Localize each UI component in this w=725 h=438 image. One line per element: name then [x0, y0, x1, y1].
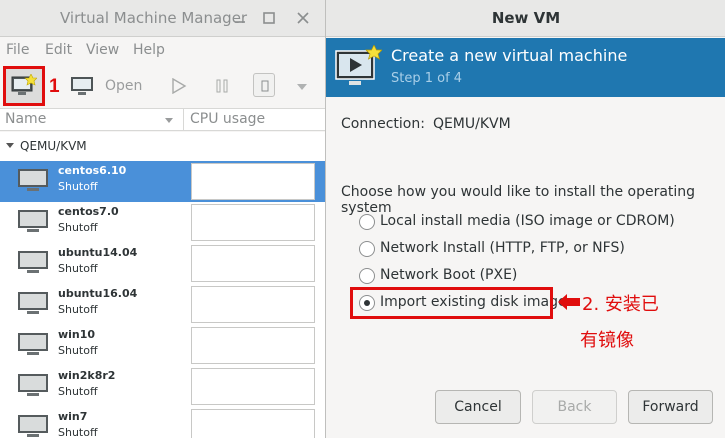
vm-monitor-icon: [18, 210, 48, 232]
cpu-usage-graph: [191, 245, 315, 282]
new-vm-icon: [11, 74, 37, 95]
vm-row-win7[interactable]: win7 Shutoff: [0, 407, 326, 438]
close-icon[interactable]: [296, 11, 310, 25]
menu-help[interactable]: Help: [133, 42, 165, 58]
cpu-usage-graph: [191, 368, 315, 405]
maximize-icon[interactable]: [262, 11, 276, 25]
vm-state: Shutoff: [58, 221, 98, 234]
vm-name: centos7.0: [58, 205, 119, 218]
menu-file[interactable]: File: [6, 42, 29, 58]
connection-group[interactable]: QEMU/KVM: [0, 132, 326, 160]
pause-icon[interactable]: [214, 78, 230, 94]
option-label[interactable]: Network Boot (PXE): [380, 267, 517, 283]
wizard-banner: Create a new virtual machine Step 1 of 4: [326, 38, 725, 97]
vm-name: win10: [58, 328, 96, 341]
vm-monitor-icon: [18, 251, 48, 273]
cpu-usage-graph: [191, 204, 315, 241]
column-cpu-usage[interactable]: CPU usage: [190, 111, 265, 127]
vm-monitor-icon: [18, 292, 48, 314]
vm-row-ubuntu14.04[interactable]: ubuntu14.04 Shutoff: [0, 243, 326, 284]
vm-state: Shutoff: [58, 385, 98, 398]
column-separator: [183, 109, 184, 131]
menu-edit[interactable]: Edit: [45, 42, 72, 58]
open-button[interactable]: Open: [105, 78, 142, 94]
dialog-titlebar: New VM: [326, 0, 725, 37]
new-vm-button[interactable]: [3, 66, 45, 106]
connection-label: Connection:: [341, 116, 425, 132]
menubar: File Edit View Help: [0, 38, 326, 64]
connection-name: QEMU/KVM: [20, 139, 87, 153]
minimize-icon[interactable]: [233, 11, 247, 25]
radio-icon[interactable]: [359, 214, 375, 230]
vm-state: Shutoff: [58, 426, 98, 438]
vm-name: ubuntu16.04: [58, 287, 138, 300]
vm-row-win10[interactable]: win10 Shutoff: [0, 325, 326, 366]
new-vm-banner-icon: [335, 45, 382, 85]
annotation-step-2-line2: 有镜像: [580, 330, 634, 351]
vm-name: win2k8r2: [58, 369, 116, 382]
wizard-heading: Create a new virtual machine: [391, 46, 628, 65]
annotation-step-1: 1: [49, 76, 60, 97]
back-button[interactable]: Back: [532, 390, 617, 424]
vm-row-ubuntu16.04[interactable]: ubuntu16.04 Shutoff: [0, 284, 326, 325]
install-method-prompt: Choose how you would like to install the…: [341, 184, 696, 216]
vm-monitor-icon: [18, 333, 48, 355]
arrow-left-icon: [558, 294, 580, 310]
vm-state: Shutoff: [58, 180, 98, 193]
cpu-usage-graph: [191, 327, 315, 364]
manager-titlebar: Virtual Machine Manager: [0, 0, 326, 37]
shutdown-button[interactable]: [253, 73, 275, 97]
option-label[interactable]: Network Install (HTTP, FTP, or NFS): [380, 240, 625, 256]
open-vm-icon[interactable]: [70, 76, 94, 96]
new-vm-dialog: New VM Create a new virtual machine Step…: [325, 0, 725, 438]
cpu-usage-graph: [191, 409, 315, 438]
option-label[interactable]: Local install media (ISO image or CDROM): [380, 213, 675, 229]
forward-button[interactable]: Forward: [628, 390, 713, 424]
vm-name: centos6.10: [58, 164, 127, 177]
manager-title: Virtual Machine Manager: [60, 9, 248, 27]
column-name[interactable]: Name: [5, 111, 46, 127]
connection-value: QEMU/KVM: [432, 116, 511, 132]
vm-monitor-icon: [18, 169, 48, 191]
vm-state: Shutoff: [58, 344, 98, 357]
annotation-highlight-box: [350, 287, 553, 319]
vm-row-centos6.10[interactable]: centos6.10 Shutoff: [0, 161, 326, 202]
vm-row-centos7.0[interactable]: centos7.0 Shutoff: [0, 202, 326, 243]
vm-state: Shutoff: [58, 303, 98, 316]
vm-list: QEMU/KVM centos6.10 Shutoff centos7.0 Sh…: [0, 132, 326, 438]
radio-icon[interactable]: [359, 241, 375, 257]
sort-down-icon: [165, 118, 173, 123]
vm-name: win7: [58, 410, 88, 423]
cpu-usage-graph: [191, 286, 315, 323]
wizard-step: Step 1 of 4: [391, 71, 463, 86]
vm-monitor-icon: [18, 374, 48, 396]
radio-icon[interactable]: [359, 268, 375, 284]
run-icon[interactable]: [171, 78, 187, 94]
vm-name: ubuntu14.04: [58, 246, 138, 259]
annotation-step-2-line1: 2. 安装已: [582, 294, 659, 315]
expand-icon[interactable]: [6, 143, 14, 148]
cancel-button[interactable]: Cancel: [435, 390, 521, 424]
shutdown-menu-chevron-icon[interactable]: [297, 84, 307, 90]
vm-list-header: Name CPU usage: [0, 108, 326, 131]
connection-row: Connection: QEMU/KVM: [341, 116, 511, 132]
dialog-title: New VM: [491, 9, 561, 27]
vm-manager-window: Virtual Machine Manager File Edit View H…: [0, 0, 326, 438]
cpu-usage-graph: [191, 163, 315, 200]
vm-state: Shutoff: [58, 262, 98, 275]
vm-row-win2k8r2[interactable]: win2k8r2 Shutoff: [0, 366, 326, 407]
menu-view[interactable]: View: [86, 42, 119, 58]
stop-icon: [261, 80, 269, 92]
vm-monitor-icon: [18, 415, 48, 437]
